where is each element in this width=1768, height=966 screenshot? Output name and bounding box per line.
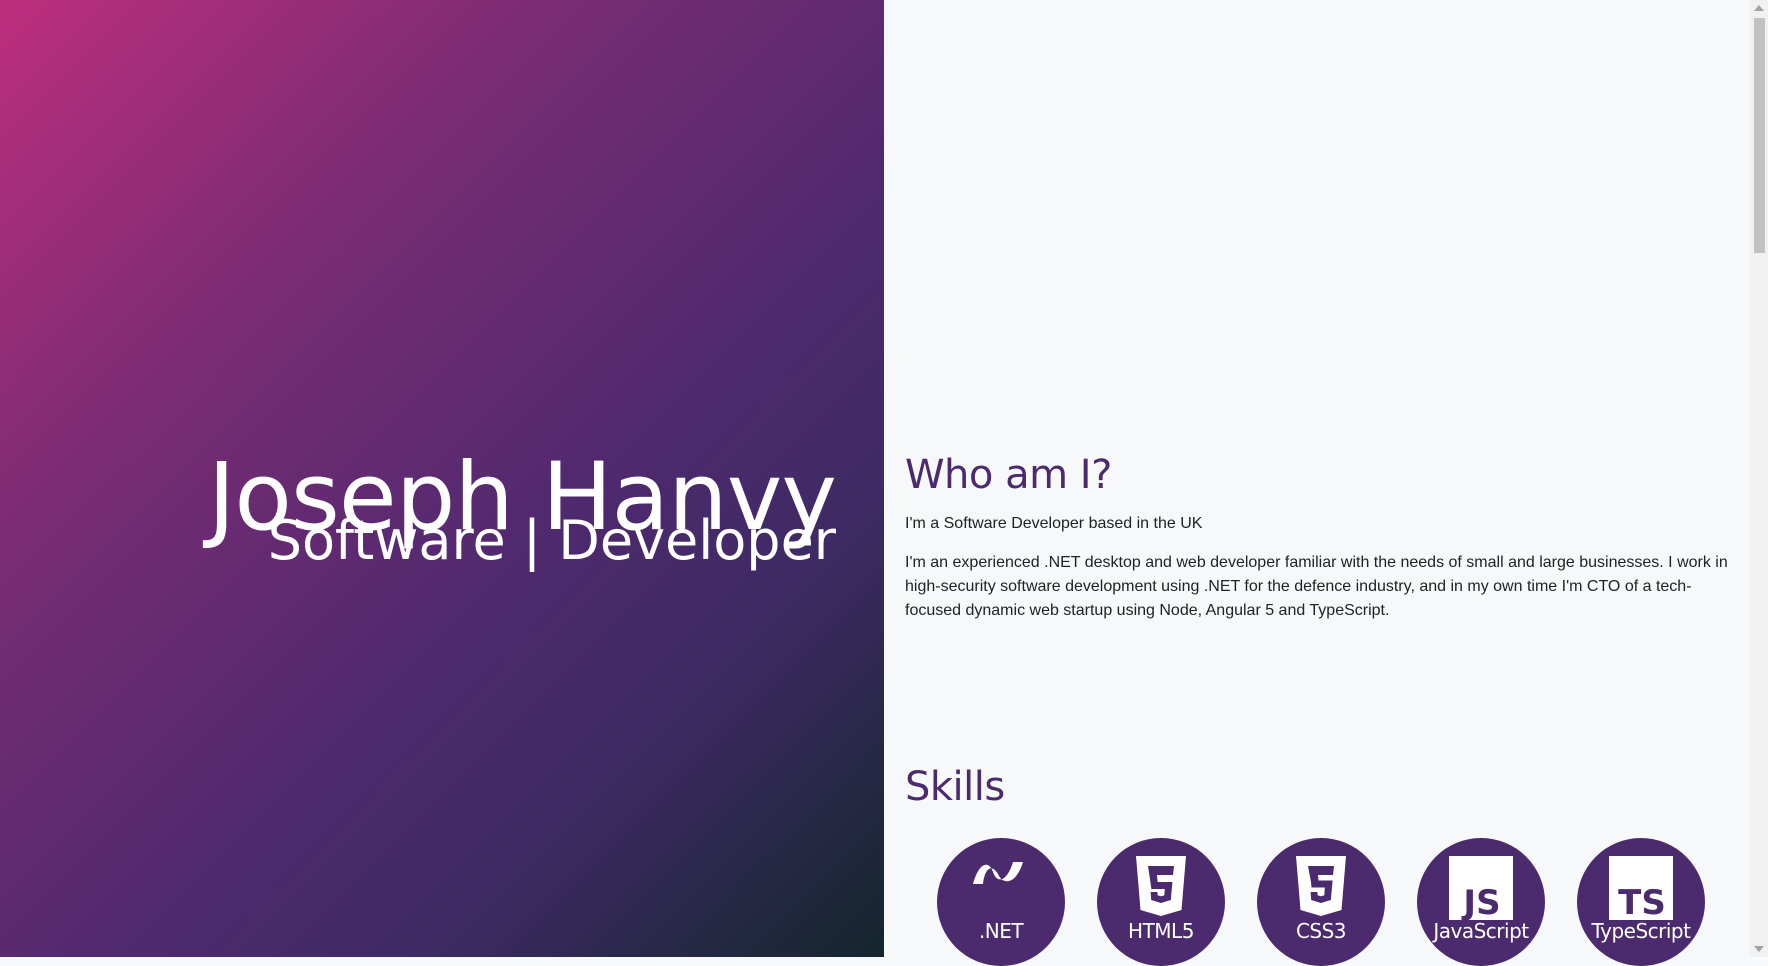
skill-label: JavaScript xyxy=(1433,919,1529,943)
about-intro: I'm a Software Developer based in the UK xyxy=(905,515,1203,532)
typescript-icon: TS xyxy=(1609,856,1673,925)
content-panel: Who am I? I'm a Software Developer based… xyxy=(884,0,1750,966)
skills-heading: Skills xyxy=(905,764,1005,810)
svg-text:JS: JS xyxy=(1461,883,1500,920)
about-heading: Who am I? xyxy=(905,452,1112,498)
svg-text:TS: TS xyxy=(1618,883,1666,920)
skill-css3: CSS3 xyxy=(1257,838,1385,966)
page-scrollbar[interactable] xyxy=(1750,0,1768,957)
hero-subtitle: Software | Developer xyxy=(267,509,836,572)
hero-panel: Joseph Hanvy Software | Developer xyxy=(0,0,884,957)
skill-label: .NET xyxy=(978,919,1024,943)
html5-icon xyxy=(1134,856,1188,925)
skill-javascript: JS JavaScript xyxy=(1417,838,1545,966)
skill-typescript: TS TypeScript xyxy=(1577,838,1705,966)
javascript-icon: JS xyxy=(1449,856,1513,925)
css3-icon xyxy=(1294,856,1348,925)
scroll-thumb[interactable] xyxy=(1754,18,1765,253)
skills-list: .NET HTML5 CSS3 JS JavaScript TS TypeScr… xyxy=(937,838,1705,966)
dotnet-icon xyxy=(969,856,1033,891)
skill-label: CSS3 xyxy=(1295,919,1347,943)
skill-dotnet: .NET xyxy=(937,838,1065,966)
about-body: I'm an experienced .NET desktop and web … xyxy=(905,554,1728,619)
scroll-up-icon[interactable] xyxy=(1754,5,1764,11)
skill-label: HTML5 xyxy=(1128,919,1194,943)
skill-label: TypeScript xyxy=(1591,919,1691,943)
scroll-down-icon[interactable] xyxy=(1754,946,1764,952)
skill-html5: HTML5 xyxy=(1097,838,1225,966)
